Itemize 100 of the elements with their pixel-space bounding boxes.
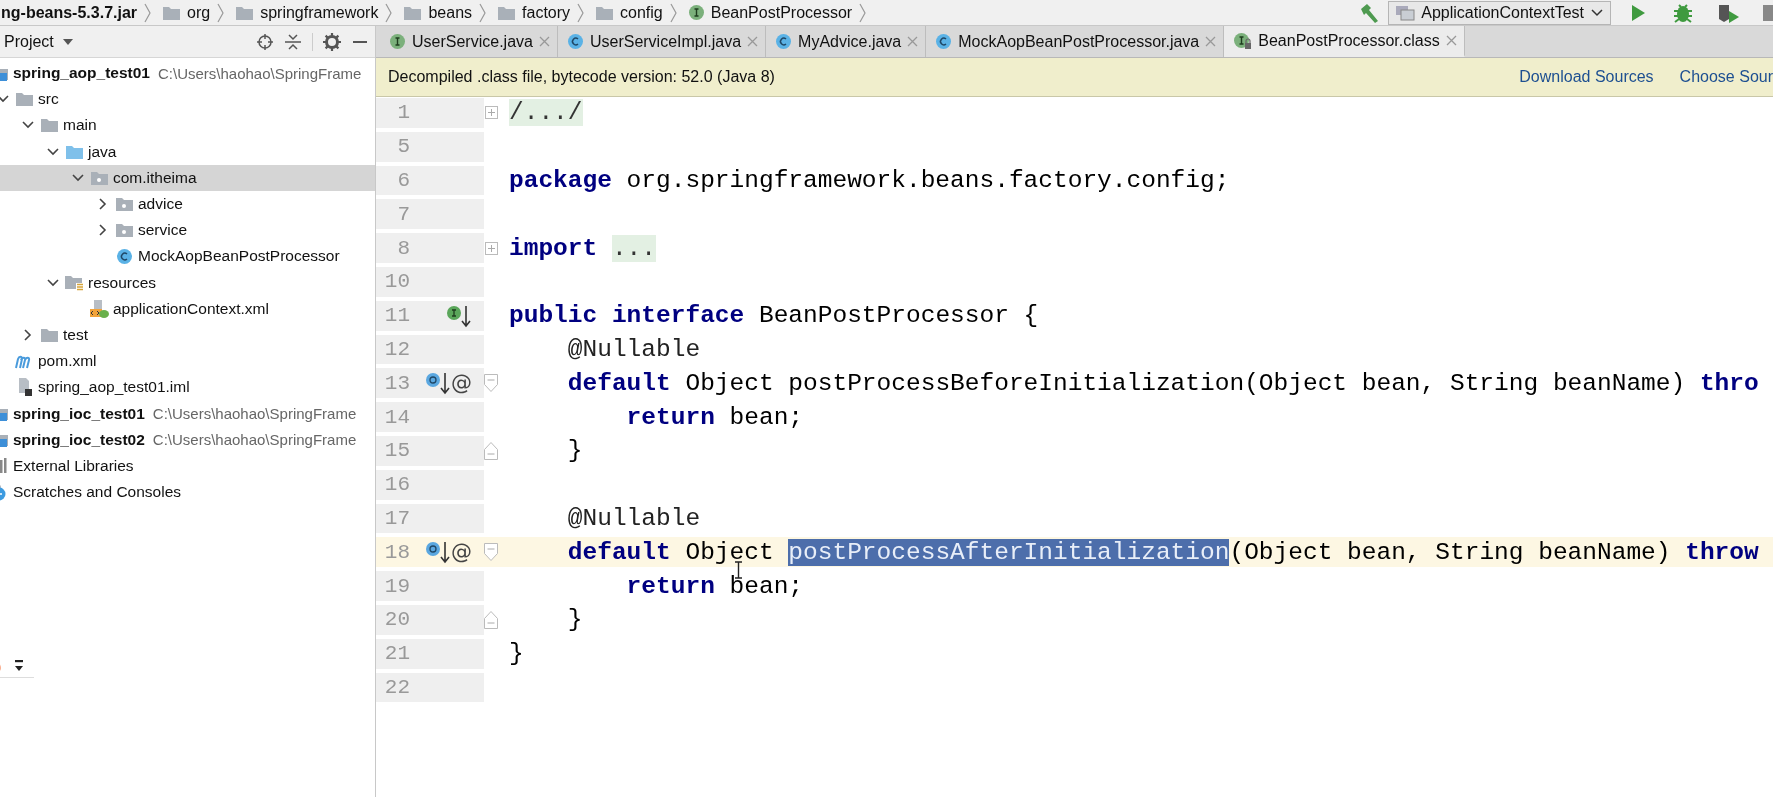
tree-item[interactable]: spring_ioc_test02 C:\Users\haohao\SpringFrame (0, 426, 375, 453)
line-number: 5 (396, 135, 410, 159)
line-number: 1 (396, 101, 410, 125)
tree-item[interactable]: com.itheima (0, 164, 375, 191)
code-line: @Nullable (566, 504, 701, 532)
settings-icon[interactable] (323, 32, 341, 51)
code-line: public interface BeanPostProcessor { (509, 302, 1039, 330)
folder-icon (162, 4, 182, 21)
module-path: C:\Users\haohao\SpringFrame (152, 431, 357, 449)
folder-icon (39, 117, 59, 134)
tree-item[interactable]: spring_aop_test01 C:\Users\haohao\SpringFrame (0, 60, 375, 87)
implemented-icon[interactable] (446, 303, 472, 328)
folder-icon (403, 4, 423, 21)
run-icon[interactable] (1629, 2, 1647, 23)
tree-item[interactable]: resources (0, 269, 375, 296)
line-number: 8 (396, 236, 410, 260)
tree-item-label: resources (88, 273, 157, 292)
tree-item-label: spring_ioc_test02 (13, 430, 145, 449)
collapse-icon[interactable] (284, 32, 302, 51)
xml-file-icon (89, 298, 109, 319)
package-icon (114, 196, 134, 213)
tree-item[interactable]: test (0, 321, 375, 349)
line-number: 17 (383, 506, 410, 530)
breadcrumb-item[interactable]: config (620, 3, 663, 22)
banner-link[interactable]: Choose Sour (1679, 68, 1773, 86)
tree-item[interactable]: applicationContext.xml (0, 295, 375, 322)
chevron-icon (384, 1, 394, 24)
chevron-icon (143, 1, 153, 24)
code-line: @Nullable (566, 335, 701, 363)
tree-item[interactable]: MockAopBeanPostProcessor (0, 243, 375, 270)
line-number: 20 (383, 608, 410, 632)
editor-tab[interactable]: UserServiceImpl.java (557, 26, 767, 57)
code-line: import ... (509, 234, 657, 262)
line-number: 15 (383, 439, 410, 463)
tree-item-label: test (63, 325, 88, 344)
banner-link[interactable]: Download Sources (1519, 68, 1654, 86)
toolbar-icon[interactable] (1763, 4, 1773, 21)
debug-icon[interactable] (1673, 1, 1693, 24)
line-number: 12 (383, 337, 410, 361)
editor-tab[interactable]: MyAdvice.java (766, 26, 927, 57)
folder-icon (595, 4, 615, 21)
line-number: 14 (383, 405, 410, 429)
line-number: 11 (383, 304, 410, 328)
caret-icon (61, 37, 74, 46)
module-path: C:\Users\haohao\SpringFrame (152, 405, 357, 423)
module-path: C:\Users\haohao\SpringFrame (157, 64, 362, 82)
tree-item[interactable]: advice (0, 190, 375, 218)
breadcrumb-item[interactable]: ng-beans-5.3.7.jar (1, 3, 138, 22)
code-line: return bean; (625, 403, 804, 431)
line-number: 22 (383, 675, 410, 699)
code-line: default Object postProcessAfterInitialization(Object bean, String beanName) throw (566, 538, 1759, 566)
class-icon (566, 33, 584, 50)
interface-icon (687, 4, 705, 21)
package-icon (114, 222, 134, 239)
tree-item-label: java (88, 142, 117, 161)
tree-item[interactable]: src (0, 86, 375, 113)
breadcrumb-item[interactable]: beans (428, 3, 473, 22)
overriding-icon[interactable] (425, 371, 451, 396)
line-number: 19 (383, 574, 410, 598)
folder-icon (497, 4, 517, 21)
annotation-marker[interactable]: @ (451, 541, 472, 563)
tree-item[interactable]: Scratches and Consoles (0, 479, 375, 506)
banner-message: Decompiled .class file, bytecode version: 52.0 (Java 8) (388, 68, 776, 86)
hammer-icon[interactable] (1358, 1, 1381, 24)
tree-item-label: External Libraries (13, 456, 134, 475)
tree-item[interactable]: spring_aop_test01.iml (0, 374, 375, 401)
breadcrumb-item[interactable]: springframework (260, 3, 379, 22)
code-line: package org.springframework.beans.factory.config; (509, 167, 1230, 194)
package-icon (89, 169, 109, 186)
breadcrumb-item[interactable]: org (187, 3, 211, 22)
tree-item[interactable]: service (0, 217, 375, 244)
locate-icon[interactable] (256, 32, 274, 51)
tree-item-label: src (38, 90, 59, 109)
tree-item[interactable]: main (0, 112, 375, 139)
tree-item-label: applicationContext.xml (113, 299, 269, 318)
tree-item[interactable]: java (0, 138, 375, 165)
overriding-icon[interactable] (425, 540, 451, 565)
more-icon[interactable] (14, 658, 24, 673)
caret-icon (1590, 7, 1604, 18)
tree-item[interactable]: External Libraries (0, 452, 375, 479)
interface-icon (389, 33, 406, 50)
chevron-icon (478, 1, 488, 24)
code-line: } (509, 640, 524, 668)
line-number: 7 (396, 202, 410, 226)
tree-item[interactable]: spring_ioc_test01 C:\Users\haohao\SpringFrame (0, 400, 375, 427)
code-line: default Object postProcessBeforeInitialization(Object bean, String beanName) thro (566, 369, 1759, 397)
breadcrumb-item[interactable]: BeanPostProcessor (710, 3, 853, 22)
tree-item[interactable]: pom.xml (0, 348, 375, 375)
annotation-marker[interactable]: @ (451, 372, 472, 394)
line-number: 21 (383, 642, 410, 666)
tree-item-label: spring_aop_test01.iml (38, 378, 190, 397)
breadcrumb-item[interactable]: factory (522, 3, 571, 22)
editor-tab[interactable]: BeanPostProcessor.class (1224, 26, 1465, 57)
tree-item-label: spring_aop_test01 (13, 64, 150, 83)
config-icon (1395, 4, 1416, 21)
editor-tab[interactable]: UserService.java (380, 26, 558, 57)
folder-icon (39, 326, 59, 343)
tree-item-label: main (63, 116, 97, 135)
run-configuration-dropdown[interactable]: ApplicationContextTest (1388, 0, 1611, 25)
class-icon (115, 247, 133, 265)
